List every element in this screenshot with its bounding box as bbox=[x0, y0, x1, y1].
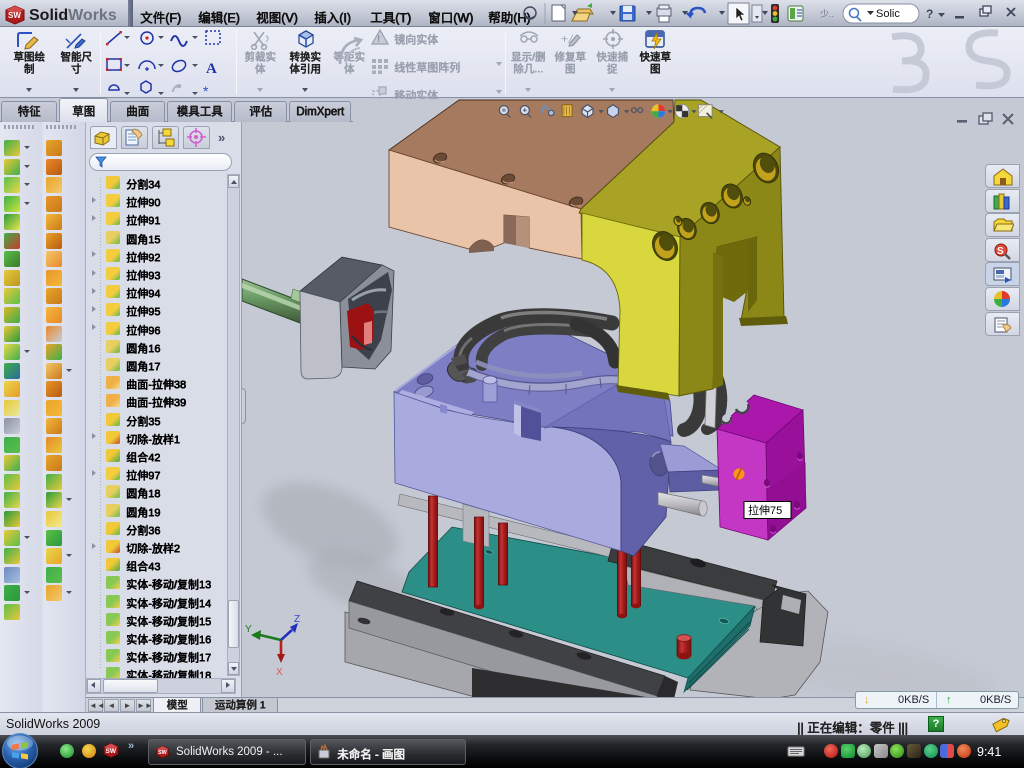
svg-text:SW: SW bbox=[158, 750, 168, 756]
svg-text:SW: SW bbox=[8, 11, 21, 20]
svg-text:!: ! bbox=[377, 34, 380, 45]
svg-text:A: A bbox=[206, 61, 217, 77]
svg-text:*: * bbox=[203, 83, 209, 98]
svg-text:SolidWorks: SolidWorks bbox=[29, 7, 117, 24]
svg-text:Solic: Solic bbox=[876, 8, 900, 20]
svg-text:少..: 少.. bbox=[820, 9, 834, 19]
svg-text:拉伸75: 拉伸75 bbox=[748, 503, 782, 517]
svg-text:Z: Z bbox=[294, 614, 300, 625]
svg-text:X: X bbox=[276, 667, 283, 678]
svg-text:Y: Y bbox=[245, 624, 252, 635]
svg-text:S: S bbox=[997, 246, 1004, 257]
svg-text:?: ? bbox=[926, 7, 933, 21]
svg-text:SW: SW bbox=[106, 748, 117, 755]
